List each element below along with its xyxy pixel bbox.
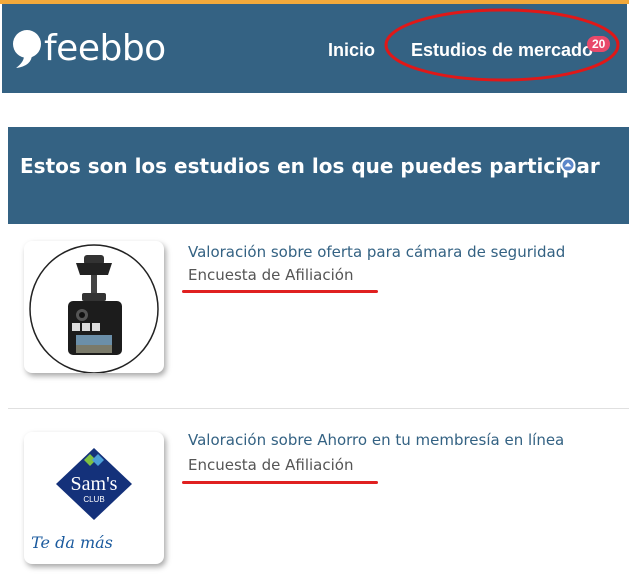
red-circle-annotation [384,8,620,82]
study-image[interactable]: Sam's CLUB Te da más [24,432,164,564]
study-item[interactable]: Valoración sobre oferta para cámara de s… [8,236,629,386]
feebbo-logo[interactable]: feebbo [10,26,166,70]
study-type: Encuesta de Afiliación [188,456,354,474]
banner-title: Estos son los estudios en los que puedes… [20,154,600,178]
sams-tagline-text: Te da más [31,533,113,552]
item-separator [8,408,629,409]
red-underline-annotation [182,290,378,293]
circle-arrow-up-icon[interactable] [560,157,576,173]
study-title[interactable]: Valoración sobre oferta para cámara de s… [188,243,565,261]
logo-text: feebbo [44,27,166,69]
red-underline-annotation [182,481,378,484]
study-item[interactable]: Sam's CLUB Te da más Valoración sobre Ah… [8,424,629,574]
sams-brand-text: Sam's [71,473,118,495]
studies-banner: Estos son los estudios en los que puedes… [8,127,629,224]
study-image[interactable] [24,241,164,374]
sams-club-text: CLUB [83,495,104,504]
sams-club-logo-image: Sam's CLUB Te da más [31,448,132,552]
logo-icon [13,30,41,68]
study-title[interactable]: Valoración sobre Ahorro en tu membresía … [188,431,564,449]
study-type: Encuesta de Afiliación [188,266,354,284]
dashcam-camera-image [29,244,159,374]
nav-inicio-link[interactable]: Inicio [328,40,375,61]
